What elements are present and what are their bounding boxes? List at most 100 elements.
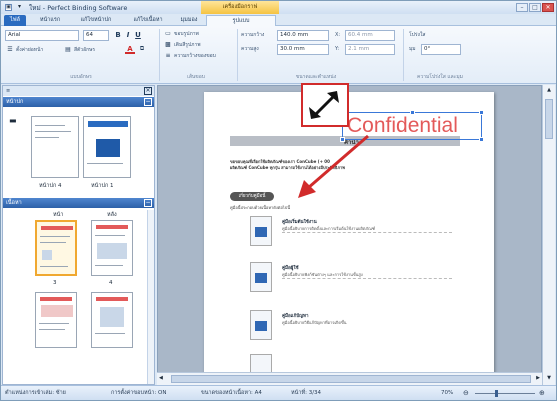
tab-edit-cover[interactable]: แก้ไขหน้าปก xyxy=(73,15,119,26)
section-subtitle: คู่มือนี้ประกอบด้วยเนื้อหาดังต่อไปนี้ xyxy=(230,205,291,210)
highlight-icon[interactable]: ⧉ xyxy=(137,44,147,54)
app-icon[interactable]: ▣ xyxy=(5,4,12,11)
title-bar: ▣ ▾ ใหม่ - Perfect Binding Software เครื… xyxy=(1,1,556,14)
font-size-select[interactable]: 64 xyxy=(83,30,109,41)
panel-scrollbar[interactable] xyxy=(147,210,154,384)
ribbon: Arial 64 B I U ☰ ตั้งค่าย่อหน้า ▤ สีตัวอ… xyxy=(1,26,556,84)
fill-icon: ▩ xyxy=(165,41,171,48)
tab-file[interactable]: ไฟล์ xyxy=(4,15,26,26)
app-window: ▣ ▾ ใหม่ - Perfect Binding Software เครื… xyxy=(0,0,557,401)
resize-handle[interactable] xyxy=(410,110,415,115)
item-description: คู่มือนี้อธิบายการติดตั้งและการเริ่มต้นใ… xyxy=(282,226,376,231)
quick-access-chevron-icon[interactable]: ▾ xyxy=(16,4,23,11)
document-page[interactable]: คำนำ Confidential ขอขอบคุณที่เลือกใช้ผลิ… xyxy=(204,92,494,386)
paragraph-settings-button[interactable]: ตั้งค่าย่อหน้า xyxy=(16,46,43,54)
bold-button[interactable]: B xyxy=(113,30,123,40)
item-description: คู่มือนี้อธิบายฟังก์ชันต่างๆ และการใช้งา… xyxy=(282,272,363,277)
resize-handle[interactable] xyxy=(479,137,484,142)
body-page-thumbnail[interactable] xyxy=(35,292,77,348)
panel-title-icon: ≡ xyxy=(6,88,11,94)
scroll-down-icon[interactable]: ▼ xyxy=(545,375,553,383)
zoom-in-icon[interactable]: ⊕ xyxy=(539,386,545,401)
border-width-button[interactable]: ความกว้างของขอบ xyxy=(174,52,216,60)
section-heading: เกี่ยวกับคู่มือนี้ xyxy=(230,192,274,201)
font-name-select[interactable]: Arial xyxy=(5,30,79,41)
back-column-header: หลัง xyxy=(107,212,117,218)
scroll-thumb[interactable] xyxy=(171,375,531,383)
scroll-thumb[interactable] xyxy=(545,99,553,139)
transparency-dropdown[interactable]: โปร่งใส xyxy=(409,31,425,39)
body-page-number: 3 xyxy=(53,280,57,286)
width-label: ความกว้าง xyxy=(241,32,265,38)
item-divider xyxy=(282,278,452,279)
manual-thumbnail xyxy=(250,310,272,340)
status-bar: ตำแหน่งการเข้าเล่ม: ซ้าย การตั้งค่าขอบหน… xyxy=(1,385,556,400)
document-canvas[interactable]: คำนำ Confidential ขอขอบคุณที่เลือกใช้ผลิ… xyxy=(157,85,542,386)
page-status: หน้าที่: 3/34 xyxy=(291,390,322,396)
panel-pin-icon[interactable]: ✕ xyxy=(144,87,152,95)
scroll-up-icon[interactable]: ▲ xyxy=(545,87,553,95)
x-position-input[interactable]: 60.4 mm xyxy=(345,30,395,41)
panel-toolbar: ≡ ✕ xyxy=(3,86,154,96)
angle-input[interactable]: 0° xyxy=(421,44,461,55)
height-input[interactable]: 30.0 mm xyxy=(277,44,329,55)
maximize-button[interactable]: □ xyxy=(529,3,541,12)
zoom-slider-thumb[interactable] xyxy=(495,390,498,397)
item-title: คู่มือผู้ใช้ xyxy=(282,266,299,271)
outline-button[interactable]: ขอบรูปภาพ xyxy=(174,30,199,38)
width-input[interactable]: 140.0 mm xyxy=(277,30,329,41)
text-color-button[interactable]: A xyxy=(125,44,135,54)
border-width-icon: ≡ xyxy=(165,52,171,59)
resize-handle[interactable] xyxy=(479,110,484,115)
outline-icon: ▭ xyxy=(165,30,171,37)
body-page-thumbnail-selected[interactable] xyxy=(35,220,77,276)
zoom-level: 70% xyxy=(441,390,454,396)
border-group-label: เส้นขอบ xyxy=(187,74,205,80)
page-panel: ≡ ✕ หน้าปก − หน้าปก 4 หน้าปก 1 ▬ เนื้อหา… xyxy=(2,85,155,385)
font-group-label: แบบอักษร xyxy=(70,74,92,80)
cover-thumbnail[interactable] xyxy=(83,116,131,178)
body-section-header[interactable]: เนื้อหา − xyxy=(3,198,154,208)
tab-format[interactable]: รูปแบบ xyxy=(206,15,276,26)
font-color-button[interactable]: สีตัวอักษร xyxy=(74,46,95,54)
italic-button[interactable]: I xyxy=(123,30,133,40)
scroll-right-icon[interactable]: ▶ xyxy=(536,375,540,381)
close-button[interactable]: ✕ xyxy=(542,3,554,12)
body-section-title: เนื้อหา xyxy=(6,200,22,206)
manual-thumbnail xyxy=(250,262,272,292)
font-color-icon: ▤ xyxy=(65,46,71,53)
annotation-arrow-icon xyxy=(298,134,369,198)
fill-button[interactable]: เติมสีรูปภาพ xyxy=(174,41,201,49)
cover-section-header[interactable]: หน้าปก − xyxy=(3,97,154,107)
scroll-left-icon[interactable]: ◀ xyxy=(159,375,163,381)
vertical-scrollbar[interactable]: ▲ ▼ xyxy=(542,85,555,385)
spine-icon: ▬ xyxy=(9,116,17,125)
body-page-thumbnail[interactable] xyxy=(91,292,133,348)
item-divider xyxy=(282,232,452,233)
tab-edit-content[interactable]: แก้ไขเนื้อหา xyxy=(123,15,173,26)
horizontal-scrollbar[interactable]: ◀ ▶ xyxy=(157,372,542,385)
manual-thumbnail xyxy=(250,216,272,246)
size-status: ขนาดของหน้าเนื้อหา: A4 xyxy=(201,390,262,396)
binding-status: ตำแหน่งการเข้าเล่ม: ซ้าย xyxy=(5,390,66,396)
item-description: คู่มือนี้อธิบายวิธีแก้ปัญหาที่อาจเกิดขึ้… xyxy=(282,320,347,325)
transparency-group-label: ความโปร่งใส และมุม xyxy=(417,74,463,80)
zoom-slider[interactable] xyxy=(475,393,535,394)
y-label: Y: xyxy=(335,46,340,52)
ribbon-tabs: ไฟล์ หน้าแรก แก้ไขหน้าปก แก้ไขเนื้อหา มุ… xyxy=(1,14,556,26)
tab-view[interactable]: มุมมอง xyxy=(176,15,202,26)
body-page-thumbnail[interactable] xyxy=(91,220,133,276)
tab-home[interactable]: หน้าแรก xyxy=(31,15,69,26)
paragraph-icon: ☰ xyxy=(7,46,13,53)
y-position-input[interactable]: 2.1 mm xyxy=(345,44,395,55)
underline-button[interactable]: U xyxy=(133,30,143,40)
group-separator xyxy=(237,29,238,81)
minimize-button[interactable]: – xyxy=(516,3,528,12)
collapse-icon[interactable]: − xyxy=(144,98,152,106)
cover-page-label: หน้าปก 4 xyxy=(39,183,62,189)
item-title: คู่มือแก้ปัญหา xyxy=(282,314,309,319)
collapse-icon[interactable]: − xyxy=(144,199,152,207)
window-title: ใหม่ - Perfect Binding Software xyxy=(29,4,128,12)
cover-thumbnail[interactable] xyxy=(31,116,79,178)
zoom-out-icon[interactable]: ⊖ xyxy=(463,386,469,401)
